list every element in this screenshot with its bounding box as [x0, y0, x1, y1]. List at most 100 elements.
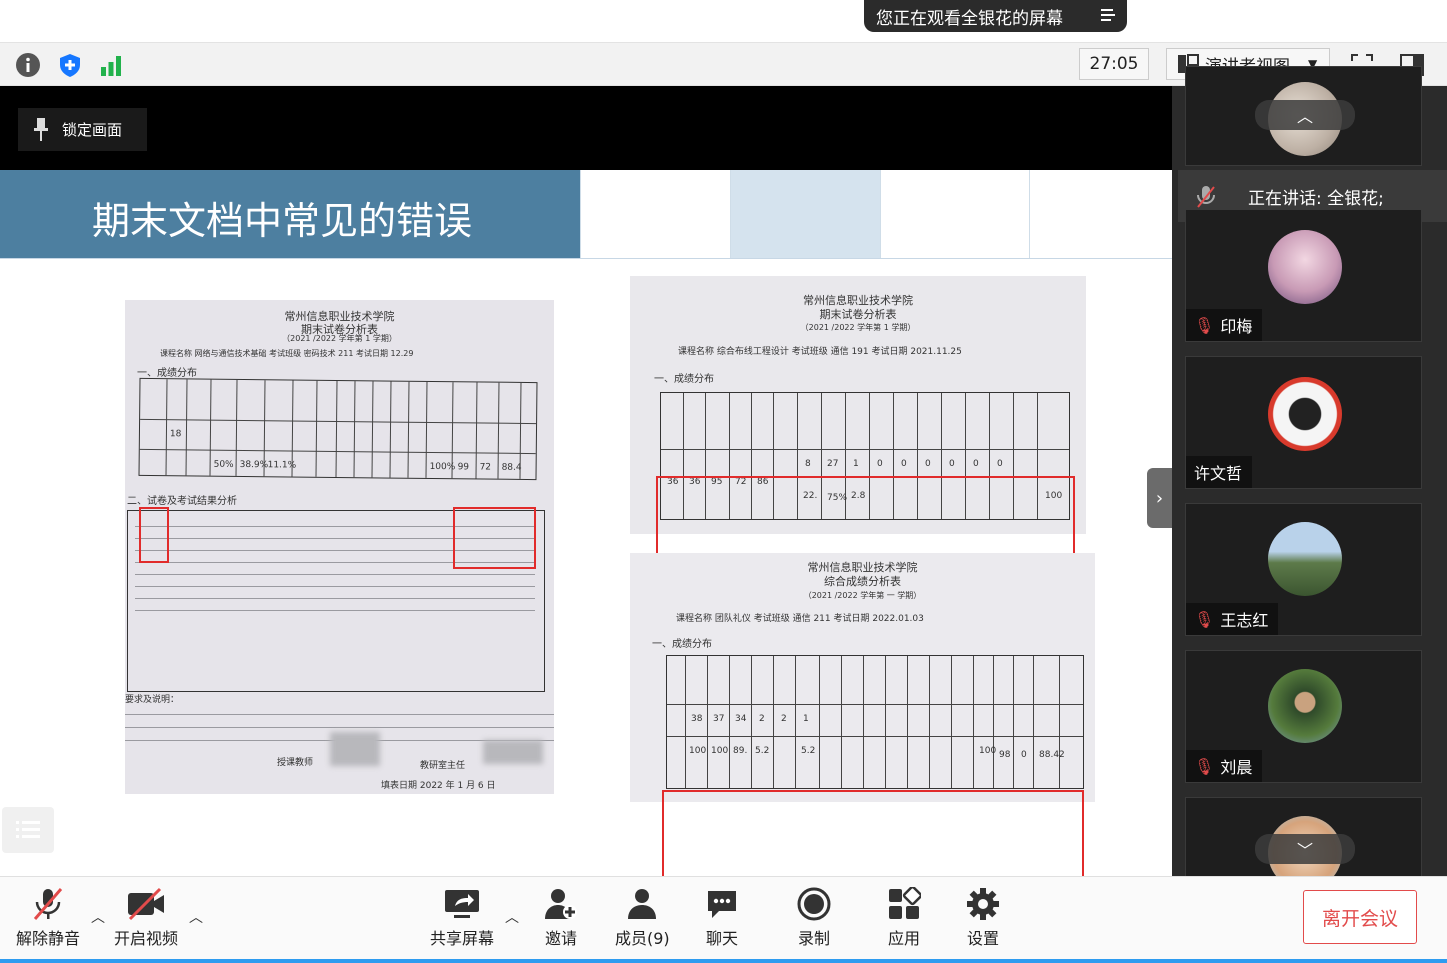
redacted-signature	[483, 740, 543, 764]
table-cell: 0	[1021, 750, 1027, 760]
table-cell: 100	[689, 746, 707, 756]
doc-title: 综合成绩分析表	[824, 575, 901, 588]
doc-section-heading: 一、成绩分布	[652, 639, 712, 650]
participant-tile[interactable]: 🎙 刘晨	[1185, 650, 1422, 783]
status-strip	[0, 959, 1447, 963]
invite-button[interactable]: 邀请	[543, 887, 579, 949]
slide-title: 期末文档中常见的错误	[92, 199, 473, 243]
score-table: 38 37 34 2 2 1 100 100 89. 5.2 5.2 100 9…	[666, 655, 1084, 789]
table-cell: 38.9%	[239, 459, 269, 471]
chevron-up-icon[interactable]: ︿	[189, 907, 203, 927]
screen-share-banner: 您正在观看全银花的屏幕	[864, 0, 1127, 32]
mic-muted-icon: 🎙	[1194, 756, 1215, 776]
header-cell	[580, 170, 730, 258]
chat-button[interactable]: 聊天	[705, 887, 739, 949]
doc-teacher-label: 授课教师	[277, 758, 314, 768]
participant-tile[interactable]: 🎙 王志红	[1185, 503, 1422, 636]
table-cell: 38	[691, 714, 703, 724]
scroll-down-button[interactable]: ﹀	[1255, 834, 1355, 864]
settings-button[interactable]: 设置	[966, 887, 1000, 949]
header-cell	[1029, 170, 1172, 258]
doc-title: 期末试卷分析表	[819, 308, 897, 321]
participant-name-bar: 🎙 印梅	[1186, 309, 1263, 341]
chevron-right-icon: ›	[1155, 487, 1164, 509]
slide-title-bar: 期末文档中常见的错误	[0, 170, 580, 258]
doc-course-line: 课程名称 团队礼仪 考试班级 通信 211 考试日期 2022.01.03	[676, 614, 924, 624]
unmute-label: 解除静音	[16, 929, 81, 948]
pin-icon	[34, 118, 48, 141]
video-off-icon	[128, 887, 164, 921]
outline-list-button[interactable]	[2, 807, 54, 853]
doc-year: （2021 /2022 学年第 1 学期）	[800, 323, 916, 332]
header-cell	[730, 170, 880, 258]
error-highlight-box	[662, 790, 1084, 880]
record-button[interactable]: 录制	[797, 887, 831, 949]
invite-label: 邀请	[544, 929, 577, 948]
lock-view-button[interactable]: 锁定画面	[18, 108, 147, 151]
lock-view-label: 锁定画面	[62, 121, 123, 139]
avatar	[1268, 669, 1342, 743]
document-photo-3: 常州信息职业技术学院 综合成绩分析表 （2021 /2022 学年第 一 学期）…	[630, 553, 1095, 802]
table-cell: 100%	[429, 461, 456, 473]
table-cell: 100	[711, 746, 729, 756]
table-cell: 88.4	[501, 462, 522, 473]
start-video-button[interactable]: 开启视频	[114, 887, 178, 949]
gear-icon	[967, 888, 999, 920]
doc-section-heading: 一、成绩分布	[654, 374, 714, 385]
shared-screen: 锁定画面 期末文档中常见的错误 常州信息职业技术学院 期末试卷分析表 （2021…	[0, 86, 1172, 912]
unmute-button[interactable]: 解除静音	[16, 887, 80, 949]
doc-course-line: 课程名称 综合布线工程设计 考试班级 通信 191 考试日期 2021.11.2…	[678, 347, 962, 357]
divider	[0, 258, 1172, 259]
record-label: 录制	[797, 929, 830, 948]
members-icon	[628, 889, 657, 919]
add-user-icon	[545, 889, 577, 919]
doc-section-heading: 一、成绩分布	[137, 368, 197, 379]
table-cell: 0	[949, 459, 955, 469]
participant-tile[interactable]: 许文哲	[1185, 356, 1422, 489]
participant-name-bar: 🎙 刘晨	[1186, 750, 1263, 782]
avatar	[1268, 230, 1342, 304]
chevron-up-icon: ︿	[1296, 107, 1313, 126]
share-screen-button[interactable]: 共享屏幕	[430, 887, 494, 949]
chat-label: 聊天	[705, 929, 738, 948]
mic-muted-icon: 🎙	[1194, 315, 1215, 335]
settings-label: 设置	[966, 929, 999, 948]
avatar	[1268, 377, 1342, 451]
doc-date-line: 填表日期 2022 年 1 月 6 日	[381, 781, 496, 791]
table-cell: 88.42	[1039, 750, 1065, 760]
banner-text: 您正在观看全银花的屏幕	[876, 8, 1063, 29]
participant-name: 印梅	[1220, 317, 1253, 336]
apps-button[interactable]: 应用	[887, 887, 921, 949]
start-video-label: 开启视频	[114, 929, 179, 948]
doc-year: （2021 /2022 学年第 一 学期）	[803, 591, 922, 600]
table-cell: 99	[457, 462, 470, 473]
leave-meeting-button[interactable]: 离开会议	[1303, 890, 1417, 944]
participant-tile[interactable]: 🎙 印梅	[1185, 209, 1422, 342]
signal-icon[interactable]	[96, 50, 126, 80]
collapse-panel-button[interactable]: ›	[1147, 468, 1172, 528]
table-cell: 27	[827, 459, 839, 469]
shield-icon[interactable]	[55, 50, 85, 80]
table-cell: 72	[479, 462, 492, 473]
doc-year: （2021 /2022 学年第 1 学期）	[282, 334, 397, 343]
list-menu-icon[interactable]	[1099, 6, 1117, 24]
apps-label: 应用	[887, 929, 920, 948]
list-icon	[16, 821, 40, 838]
mic-muted-icon: 🎙	[1194, 609, 1215, 629]
doc-footer-note: 要求及说明：	[125, 695, 180, 705]
chevron-up-icon[interactable]: ︿	[505, 907, 519, 927]
chevron-up-icon[interactable]: ︿	[91, 907, 105, 927]
table-cell: 0	[877, 459, 883, 469]
meeting-controls-bar: 解除静音 ︿ 开启视频 ︿ 共享屏幕 ︿ 邀请 成员(9) 聊天 录制 应用 设…	[0, 876, 1447, 963]
participants-panel: ︿ 正在讲话: 全银花; 🎙 印梅 许文哲 🎙 王志红 🎙 刘晨 ﹀	[1172, 66, 1447, 890]
redacted-signature	[330, 732, 380, 766]
mic-muted-icon	[33, 888, 63, 920]
info-icon[interactable]	[13, 50, 43, 80]
table-cell: 98	[999, 750, 1011, 760]
members-button[interactable]: 成员(9)	[615, 887, 670, 949]
participant-name: 王志红	[1220, 611, 1269, 630]
table-cell: 18	[169, 429, 182, 440]
table-cell: 0	[925, 459, 931, 469]
scroll-up-button[interactable]: ︿	[1255, 100, 1355, 130]
record-icon	[797, 887, 831, 921]
